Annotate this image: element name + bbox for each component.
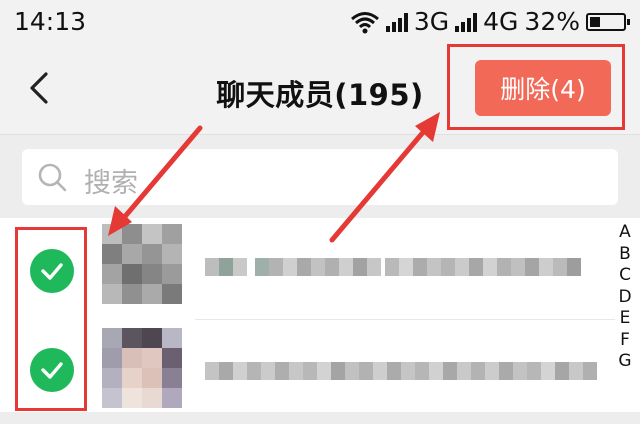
search-placeholder: 搜索 [84, 168, 138, 199]
member-name-redacted [205, 362, 597, 380]
avatar [102, 224, 182, 304]
network-type-2: 4G [483, 7, 519, 36]
index-letter[interactable]: B [616, 244, 634, 266]
divider [195, 319, 615, 320]
wifi-icon [350, 11, 379, 33]
list-item[interactable] [0, 218, 612, 316]
index-letter[interactable]: E [616, 308, 634, 330]
index-letter[interactable]: C [616, 265, 634, 287]
network-type-1: 3G [413, 7, 450, 36]
list-item[interactable] [0, 326, 612, 424]
annotation-box-delete [447, 44, 625, 130]
search-area: 搜索 [0, 135, 640, 217]
index-letter[interactable]: D [616, 287, 634, 309]
search-icon [38, 163, 67, 192]
alphabet-index[interactable]: ABCDEFG [616, 222, 634, 373]
annotation-box-checkboxes [15, 227, 87, 411]
search-input[interactable]: 搜索 [22, 149, 618, 205]
avatar [102, 328, 182, 408]
index-letter[interactable]: F [616, 330, 634, 352]
battery-icon [586, 12, 630, 31]
member-list [0, 218, 640, 412]
battery-fill [590, 16, 600, 27]
index-letter[interactable]: G [616, 351, 634, 373]
nav-header: 聊天成员(195) 删除(4) [0, 44, 640, 135]
status-bar: 14:13 3G 4G 32% [0, 0, 640, 44]
status-time: 14:13 [14, 7, 87, 36]
battery-percent: 32% [524, 7, 580, 36]
signal-icon [385, 12, 408, 32]
member-name-redacted [205, 258, 581, 276]
status-icons: 3G 4G 32% [350, 7, 630, 36]
signal-icon [455, 12, 478, 32]
index-letter[interactable]: A [616, 222, 634, 244]
